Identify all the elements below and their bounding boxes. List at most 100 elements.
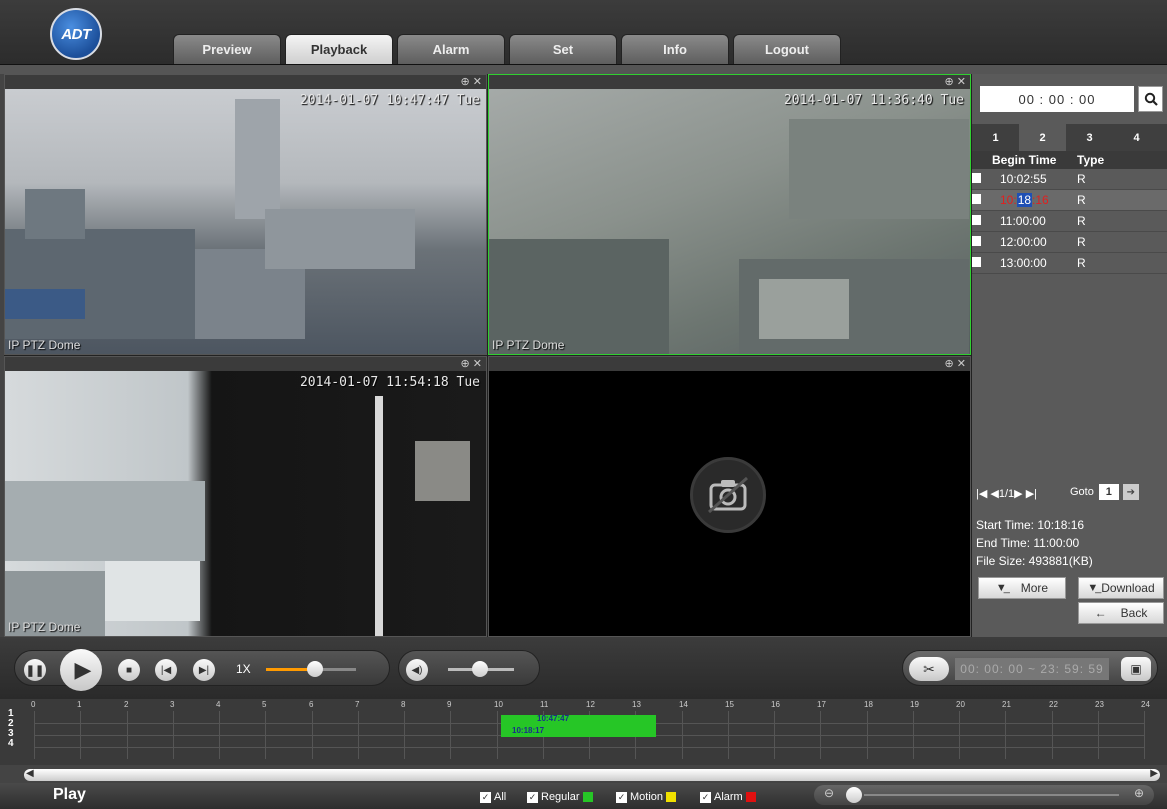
close-icon[interactable]: ✕ xyxy=(957,358,966,370)
row-checkbox[interactable] xyxy=(972,215,981,225)
zoom-knob[interactable] xyxy=(846,787,862,803)
timeline-channel-4: 4 xyxy=(8,738,14,749)
more-icon: ▼̲ xyxy=(995,582,1007,594)
scroll-right-icon[interactable]: ▶ xyxy=(1150,768,1158,779)
timeline-hour-label: 12 xyxy=(586,700,595,709)
timeline-hour-label: 15 xyxy=(725,700,734,709)
goto-arrow-icon[interactable]: ➔ xyxy=(1122,484,1139,500)
save-clip-button[interactable]: ▣ xyxy=(1121,657,1151,681)
volume-slider-knob[interactable] xyxy=(472,661,488,677)
zoom-icon[interactable]: ⊕ xyxy=(461,76,470,88)
tab-set[interactable]: Set xyxy=(509,34,617,64)
zoom-icon[interactable]: ⊕ xyxy=(461,358,470,370)
channel-tab-2[interactable]: 2 xyxy=(1019,124,1066,151)
stop-button[interactable]: ■ xyxy=(118,659,140,681)
tab-playback[interactable]: Playback xyxy=(285,34,393,64)
more-button[interactable]: ▼̲ More xyxy=(978,577,1066,599)
channel-tab-1[interactable]: 1 xyxy=(972,124,1019,151)
video-frame-3 xyxy=(5,371,486,636)
timeline-record-bar-ch1[interactable] xyxy=(501,715,656,726)
goto-page-input[interactable]: 1 xyxy=(1098,484,1119,500)
table-row[interactable]: 10:02:55 R xyxy=(972,169,1167,190)
begin-time-cell: 10:02:55 xyxy=(1000,172,1047,186)
next-page-icon[interactable]: ▶ xyxy=(1014,488,1022,500)
prev-page-icon[interactable]: ◀ xyxy=(990,488,998,500)
save-icon: ▣ xyxy=(1130,662,1142,676)
checkbox-motion[interactable]: ✓ xyxy=(616,791,627,803)
channel-tab-4[interactable]: 4 xyxy=(1113,124,1160,151)
play-button[interactable]: ▶ xyxy=(60,649,102,691)
tab-info[interactable]: Info xyxy=(621,34,729,64)
table-row[interactable]: 12:00:00 R xyxy=(972,232,1167,253)
zoom-icon[interactable]: ⊕ xyxy=(945,76,954,88)
speaker-icon: ◀) xyxy=(411,664,423,676)
video-pane-2[interactable]: ⊕ ✕ 2014-01-07 11:36:40 Tue IP PTZ Dome xyxy=(488,74,971,355)
tab-preview[interactable]: Preview xyxy=(173,34,281,64)
zoom-out-icon[interactable]: ⊖ xyxy=(824,786,834,800)
pane-4-controls: ⊕ ✕ xyxy=(945,357,967,370)
alarm-swatch xyxy=(745,792,756,802)
clip-button[interactable]: ✂ xyxy=(909,657,949,681)
legend-motion[interactable]: ✓ Motion xyxy=(616,791,677,803)
timeline-grid[interactable]: 10:47:47 10:18:17 0 1 2 3 4 5 6 7 8 9 10 11 12 13 14 15… xyxy=(31,700,1150,759)
scroll-left-icon[interactable]: ◀ xyxy=(26,768,34,779)
download-button[interactable]: ▼̲ Download xyxy=(1078,577,1164,599)
search-button[interactable] xyxy=(1138,86,1163,112)
video-grid: ⊕ ✕ 2014-01-07 10:47:47 Tue IP PTZ Dome … xyxy=(4,74,972,637)
video-frame-2 xyxy=(489,89,970,354)
timeline-hour-label: 22 xyxy=(1049,700,1058,709)
legend-regular[interactable]: ✓ Regular xyxy=(527,791,593,803)
close-icon[interactable]: ✕ xyxy=(473,76,482,88)
first-page-icon[interactable]: |◀ xyxy=(976,488,987,500)
timeline-marker-ch2: 10:18:17 xyxy=(512,726,545,735)
back-button[interactable]: ← Back xyxy=(1078,602,1164,624)
table-row-selected[interactable]: 10:18:16 R xyxy=(972,190,1167,211)
pane-3-timestamp: 2014-01-07 11:54:18 Tue xyxy=(299,375,480,390)
goto-page: Goto 1 ➔ xyxy=(1070,484,1139,500)
legend-all-label: All xyxy=(494,791,507,803)
prev-frame-button[interactable]: |◀ xyxy=(155,659,177,681)
mute-button[interactable]: ◀) xyxy=(406,659,428,681)
row-checkbox[interactable] xyxy=(972,173,981,183)
pane-3-controls: ⊕ ✕ xyxy=(461,357,483,370)
zoom-icon[interactable]: ⊕ xyxy=(945,358,954,370)
timeline-row-divider xyxy=(34,747,1144,748)
speed-slider-knob[interactable] xyxy=(307,661,323,677)
tab-logout[interactable]: Logout xyxy=(733,34,841,64)
legend-alarm[interactable]: ✓ Alarm xyxy=(700,791,756,803)
clip-range-input[interactable]: 00: 00: 00 ~ 23: 59: 59 xyxy=(955,658,1109,680)
timeline-scrollbar[interactable]: ◀ ▶ xyxy=(24,768,1160,781)
tab-alarm[interactable]: Alarm xyxy=(397,34,505,64)
close-icon[interactable]: ✕ xyxy=(473,358,482,370)
type-cell: R xyxy=(1077,193,1086,207)
row-checkbox[interactable] xyxy=(972,236,981,246)
timeline[interactable]: 1 2 3 4 10:47:47 10:18:17 0 1 2 3 4 5 6 7 8 9 10 11… xyxy=(0,699,1167,765)
pane-1-timestamp: 2014-01-07 10:47:47 Tue xyxy=(299,93,480,108)
checkbox-regular[interactable]: ✓ xyxy=(527,791,538,803)
video-pane-1[interactable]: ⊕ ✕ 2014-01-07 10:47:47 Tue IP PTZ Dome xyxy=(4,74,487,355)
timeline-hour-label: 1 xyxy=(77,700,82,709)
legend-all[interactable]: ✓ All xyxy=(480,791,506,803)
main-tabs: Preview Playback Alarm Set Info Logout xyxy=(173,34,845,64)
timeline-hour-label: 16 xyxy=(771,700,780,709)
row-checkbox[interactable] xyxy=(972,257,981,267)
pause-button[interactable]: ❚❚ xyxy=(24,659,46,681)
zoom-in-icon[interactable]: ⊕ xyxy=(1134,786,1144,800)
row-checkbox[interactable] xyxy=(972,194,981,204)
last-page-icon[interactable]: ▶| xyxy=(1026,488,1037,500)
timeline-zoom-slider[interactable]: ⊖ ⊕ xyxy=(814,785,1154,805)
begin-time-minute: 18 xyxy=(1016,193,1033,207)
search-time-input[interactable]: 00 : 00 : 00 xyxy=(980,86,1134,112)
checkbox-alarm[interactable]: ✓ xyxy=(700,791,711,803)
checkbox-all[interactable]: ✓ xyxy=(480,791,491,803)
table-row[interactable]: 11:00:00 R xyxy=(972,211,1167,232)
channel-tab-3[interactable]: 3 xyxy=(1066,124,1113,151)
table-row[interactable]: 13:00:00 R xyxy=(972,253,1167,274)
video-pane-3[interactable]: ⊕ ✕ 2014-01-07 11:54:18 Tue IP PTZ Dome xyxy=(4,356,487,637)
pane-3-toolbar xyxy=(5,357,486,371)
video-pane-4[interactable]: ⊕ ✕ xyxy=(488,356,971,637)
header: ADT Preview Playback Alarm Set Info Logo… xyxy=(0,0,1167,64)
next-frame-button[interactable]: ▶| xyxy=(193,659,215,681)
pane-3-camera-label: IP PTZ Dome xyxy=(8,620,81,634)
close-icon[interactable]: ✕ xyxy=(957,76,966,88)
